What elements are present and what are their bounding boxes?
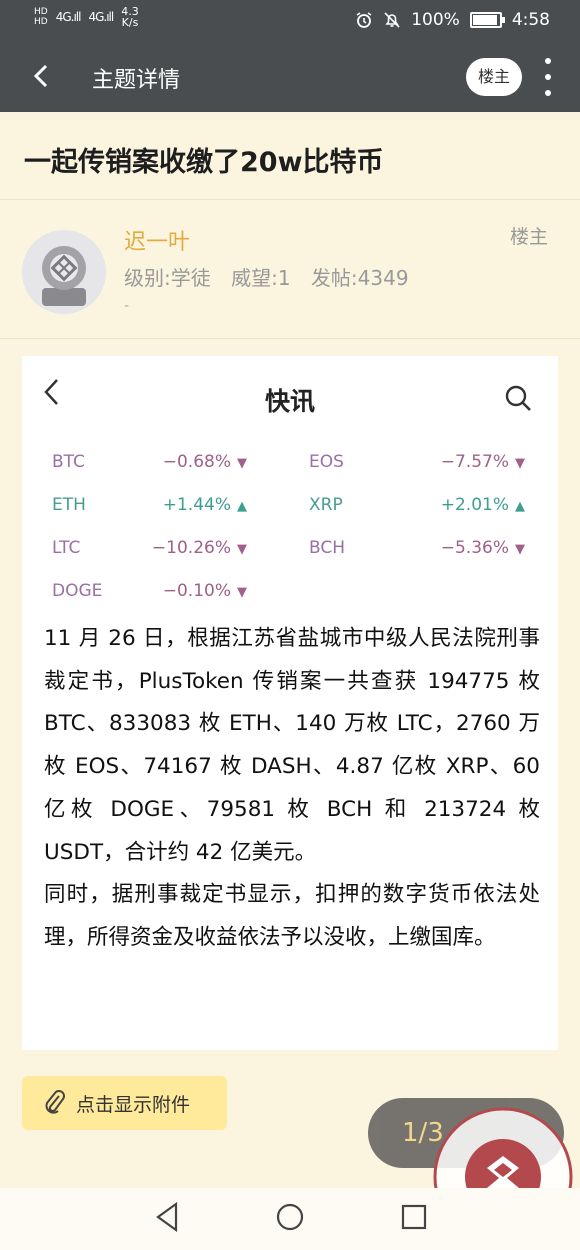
- chevron-left-icon: [33, 64, 48, 88]
- coin-symbol[interactable]: EOS: [309, 452, 344, 472]
- signal-icon: 4G.ıll: [88, 10, 114, 24]
- network-speed: 4.3 K/s: [121, 6, 139, 28]
- coin-symbol[interactable]: ETH: [52, 495, 86, 515]
- avatar[interactable]: [22, 230, 106, 314]
- author-name[interactable]: 迟一叶: [124, 224, 190, 256]
- post-image[interactable]: 快讯 BTC −0.68% ▼ EOS −7.57% ▼ ETH +1.44% ▲ XRP +2.0…: [22, 356, 558, 1050]
- paperclip-icon: [45, 1090, 65, 1114]
- alarm-icon: [356, 12, 372, 28]
- divider: [0, 338, 580, 339]
- author-meta: 级别:学徒 威望:1 发帖:4349: [124, 262, 423, 291]
- arrow-up-icon: ▲: [515, 499, 525, 514]
- default-avatar-icon: [22, 230, 106, 314]
- coin-symbol[interactable]: XRP: [309, 495, 343, 515]
- coin-symbol[interactable]: DOGE: [52, 581, 102, 601]
- owner-badge: 楼主: [510, 226, 549, 248]
- square-recent-icon[interactable]: [398, 1200, 430, 1234]
- coin-change: −10.26% ▼: [117, 538, 247, 558]
- show-attachment-button[interactable]: 点击显示附件: [22, 1076, 227, 1130]
- top-nav-bar: 主题详情 楼主: [0, 42, 580, 112]
- circle-home-icon[interactable]: [274, 1200, 306, 1234]
- coin-change-value: −5.36%: [440, 538, 509, 558]
- network-type: 4G: [88, 10, 104, 24]
- coin-change: −7.57% ▼: [395, 452, 525, 472]
- coin-change-value: −0.10%: [162, 581, 231, 601]
- arrow-down-icon: ▼: [515, 542, 525, 557]
- arrow-down-icon: ▼: [237, 456, 247, 471]
- status-bar: HD HD 4G.ıll 4G.ıll 4.3 K/s 100% 4:58: [0, 0, 580, 42]
- coin-change-value: +2.01%: [440, 495, 509, 515]
- status-right: 100% 4:58: [355, 10, 550, 30]
- coin-symbol[interactable]: LTC: [52, 538, 80, 558]
- hd-label: HD: [34, 7, 48, 17]
- system-nav-bar: [0, 1188, 580, 1250]
- network-type: 4G: [55, 10, 72, 24]
- status-left: HD HD 4G.ıll 4G.ıll 4.3 K/s: [34, 6, 139, 28]
- battery-icon: [469, 12, 505, 28]
- hd-indicator: HD HD: [34, 7, 48, 27]
- author-post-count: 发帖:4349: [310, 266, 409, 290]
- coin-change: +2.01% ▲: [395, 495, 525, 515]
- coin-change: +1.44% ▲: [117, 495, 247, 515]
- battery-percent: 100%: [411, 10, 460, 30]
- arrow-down-icon: ▼: [237, 585, 247, 600]
- article-paragraph: 11 月 26 日，根据江苏省盐城市中级人民法院刑事裁定书，PlusToken …: [44, 626, 540, 865]
- attachment-label: 点击显示附件: [76, 1093, 191, 1116]
- coin-change-value: −10.26%: [151, 538, 231, 558]
- arrow-down-icon: ▼: [237, 542, 247, 557]
- coin-change: −5.36% ▼: [395, 538, 525, 558]
- article-body: 11 月 26 日，根据江苏省盐城市中级人民法院刑事裁定书，PlusToken …: [44, 618, 540, 960]
- arrow-down-icon: ▼: [515, 456, 525, 471]
- page-title: 主题详情: [92, 68, 181, 93]
- author-signature: -: [124, 298, 130, 314]
- clock: 4:58: [511, 10, 550, 30]
- coin-change-value: +1.44%: [162, 495, 231, 515]
- signal-icon: 4G.ıll: [55, 10, 82, 24]
- coin-change-value: −7.57%: [440, 452, 509, 472]
- battery-level: [472, 15, 497, 25]
- back-button[interactable]: [30, 58, 52, 103]
- speed-unit: K/s: [121, 16, 139, 29]
- coin-change: −0.68% ▼: [117, 452, 247, 472]
- arrow-up-icon: ▲: [237, 499, 247, 514]
- search-icon: [505, 385, 531, 411]
- coin-change: −0.10% ▼: [117, 581, 247, 601]
- author-prestige: 威望:1: [231, 266, 291, 290]
- coin-change-value: −0.68%: [162, 452, 231, 472]
- triangle-back-icon[interactable]: [152, 1200, 182, 1234]
- author-level: 级别:学徒: [124, 266, 211, 290]
- mute-bell-icon: [384, 12, 400, 28]
- image-header-title: 快讯: [264, 387, 315, 416]
- only-owner-button[interactable]: 楼主: [466, 58, 522, 96]
- coin-symbol[interactable]: BCH: [309, 538, 345, 558]
- thread-title: 一起传销案收缴了20w比特币: [24, 147, 384, 178]
- article-paragraph: 同时，据刑事裁定书显示，扣押的数字货币依法处理，所得资金及收益依法予以没收，上缴…: [44, 882, 540, 950]
- more-vertical-icon[interactable]: [543, 58, 553, 96]
- hd-label: HD: [34, 17, 48, 27]
- coin-symbol[interactable]: BTC: [52, 452, 85, 472]
